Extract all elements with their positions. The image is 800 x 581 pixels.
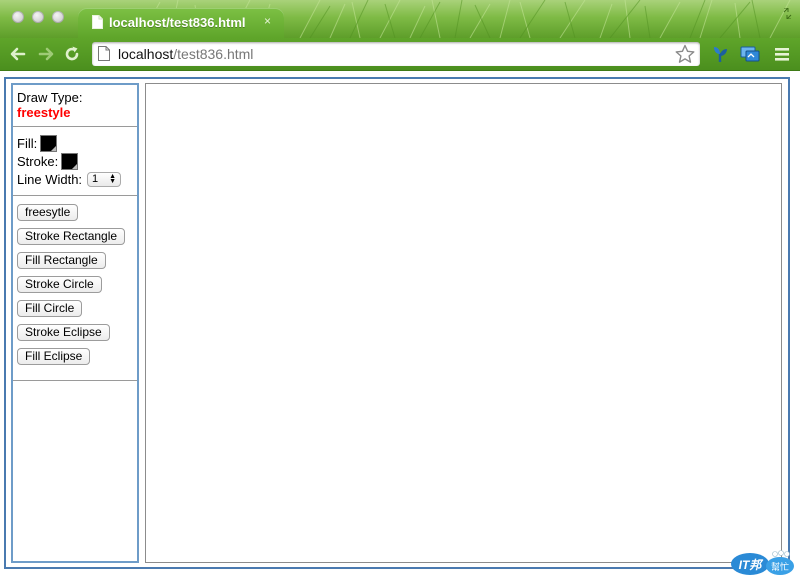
fill-label: Fill: (17, 135, 38, 151)
draw-type-label: Draw Type: (17, 90, 83, 105)
fill-row: Fill: (17, 134, 133, 152)
line-width-value: 1 (92, 173, 99, 185)
watermark-sub: 幫忙 (771, 561, 789, 573)
draw-type-value: freestyle (17, 105, 71, 120)
watermark-text: IT邦 (739, 558, 765, 572)
page-favicon-icon (92, 15, 103, 29)
stroke-row: Stroke: (17, 152, 133, 170)
stroke-eclipse-button[interactable]: Stroke Eclipse (17, 324, 110, 341)
fill-eclipse-button[interactable]: Fill Eclipse (17, 348, 91, 365)
fill-color-picker[interactable] (40, 134, 58, 152)
window-maximize-button[interactable] (52, 11, 64, 23)
fill-circle-button[interactable]: Fill Circle (17, 300, 83, 317)
stroke-circle-button[interactable]: Stroke Circle (17, 276, 102, 293)
browser-tab[interactable]: localhost/test836.html × (78, 8, 284, 38)
forward-arrow-icon[interactable] (36, 44, 56, 64)
bookmark-star-icon[interactable] (674, 43, 696, 65)
browser-titlebar: localhost/test836.html × (0, 0, 800, 38)
line-width-row: Line Width: 1 ▲ ▼ (17, 170, 133, 188)
control-panel: Draw Type: freestyle Fill: Stroke: Line … (11, 83, 139, 563)
reload-icon[interactable] (62, 44, 82, 64)
stroke-label: Stroke: (17, 153, 59, 169)
extension-icon[interactable] (710, 44, 730, 64)
itbang-watermark-logo: IT邦 幫忙 (731, 550, 794, 575)
tab-close-icon[interactable]: × (264, 14, 271, 28)
fullscreen-icon[interactable] (783, 8, 792, 19)
url-text: localhost/test836.html (118, 46, 253, 62)
shape-buttons-section: freesytle Stroke Rectangle Fill Rectangl… (13, 196, 137, 381)
browser-toolbar: localhost/test836.html (0, 38, 800, 71)
page-icon (98, 46, 110, 61)
draw-type-section: Draw Type: freestyle (13, 85, 137, 127)
stroke-rectangle-button[interactable]: Stroke Rectangle (17, 228, 126, 245)
url-path: /test836.html (173, 46, 254, 62)
freestyle-button[interactable]: freesytle (17, 204, 79, 221)
style-section: Fill: Stroke: Line Width: 1 ▲ ▼ (13, 127, 137, 196)
window-minimize-button[interactable] (32, 11, 44, 23)
tab-title: localhost/test836.html (109, 15, 246, 30)
stroke-color-picker[interactable] (61, 152, 79, 170)
line-width-stepper[interactable]: 1 ▲ ▼ (87, 171, 122, 187)
menu-icon[interactable] (772, 44, 792, 64)
window-close-button[interactable] (12, 11, 24, 23)
fill-rectangle-button[interactable]: Fill Rectangle (17, 252, 106, 269)
back-arrow-icon[interactable] (8, 44, 28, 64)
cast-icon[interactable] (740, 44, 760, 64)
line-width-label: Line Width: (17, 171, 83, 187)
stepper-arrows-icon: ▲ ▼ (109, 173, 117, 185)
address-bar[interactable]: localhost/test836.html (92, 42, 700, 66)
url-host: localhost (118, 46, 174, 62)
drawing-canvas[interactable] (145, 83, 782, 563)
